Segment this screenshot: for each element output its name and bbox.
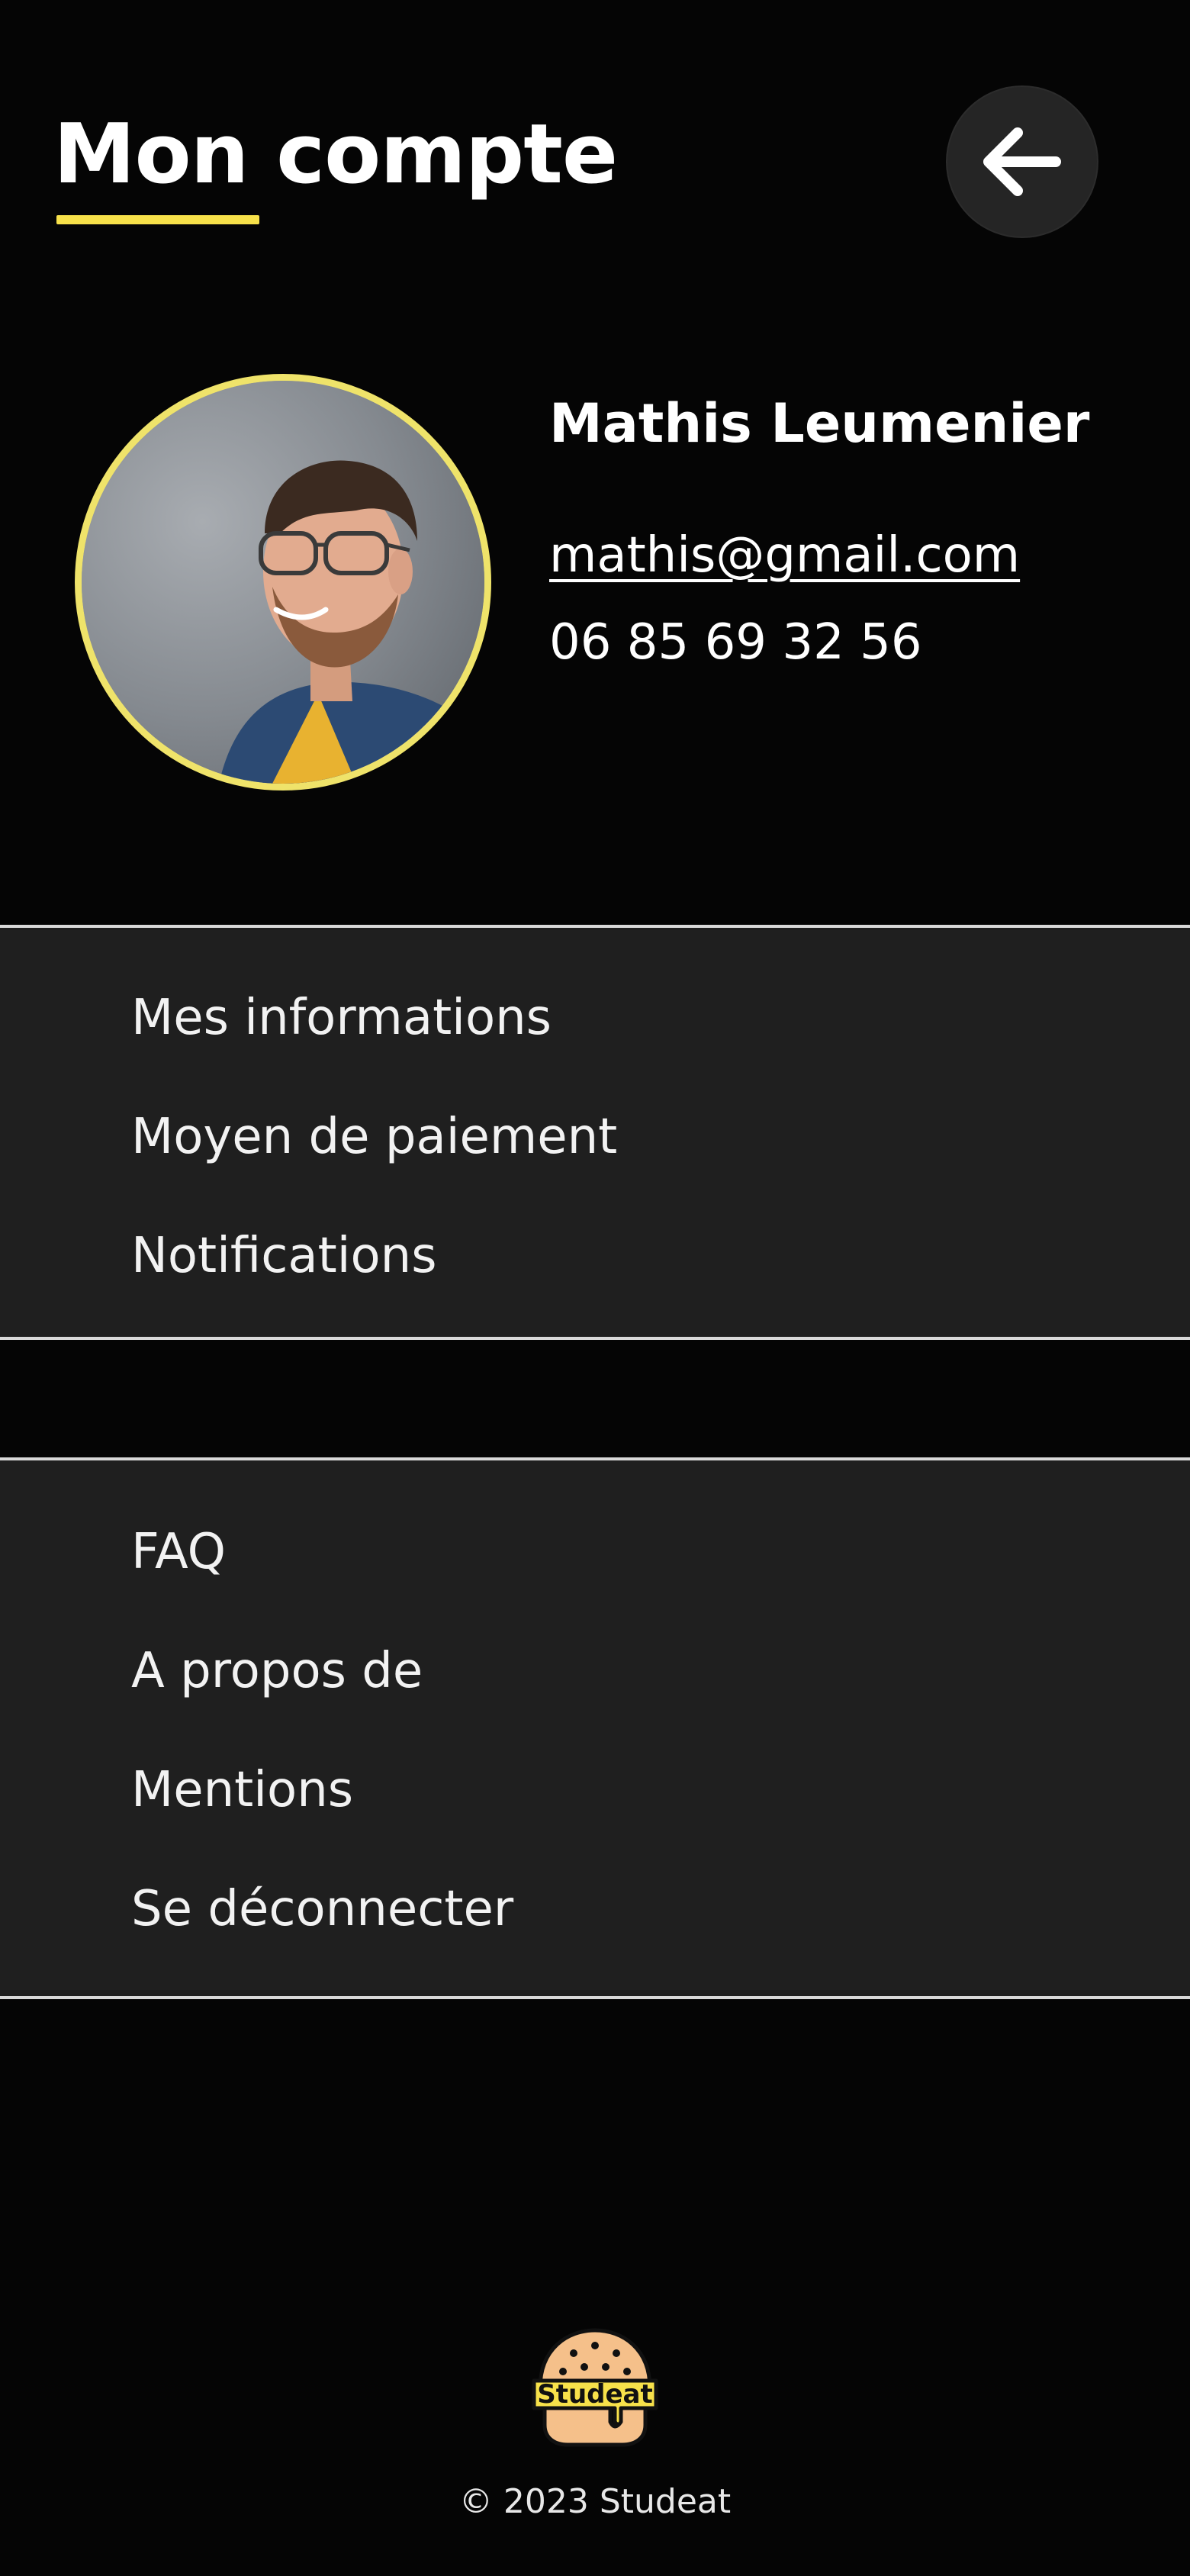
account-menu-section: Mes informations Moyen de paiement Notif… [0, 925, 1190, 1340]
title-underline [56, 215, 259, 224]
copyright-text: © 2023 Studeat [458, 2482, 732, 2521]
avatar [75, 374, 491, 791]
menu-item-mentions[interactable]: Mentions [131, 1752, 353, 1828]
back-button[interactable] [946, 85, 1098, 238]
menu-item-notifications[interactable]: Notifications [131, 1218, 437, 1294]
profile-email-link[interactable]: mathis@gmail.com [549, 517, 1020, 594]
logo-text: Studeat [537, 2379, 653, 2410]
info-menu-section: FAQ A propos de Mentions Se déconnecter [0, 1457, 1190, 1999]
menu-item-mes-informations[interactable]: Mes informations [131, 980, 552, 1056]
menu-item-a-propos[interactable]: A propos de [131, 1633, 423, 1709]
studeat-logo: Studeat [528, 2326, 662, 2448]
menu-item-moyen-de-paiement[interactable]: Moyen de paiement [131, 1099, 617, 1175]
menu-item-se-deconnecter[interactable]: Se déconnecter [131, 1871, 513, 1947]
arrow-left-icon [979, 125, 1065, 198]
menu-item-faq[interactable]: FAQ [131, 1514, 226, 1590]
page-title: Mon compte [53, 107, 618, 202]
profile-name: Mathis Leumenier [549, 392, 1090, 455]
profile-phone: 06 85 69 32 56 [549, 614, 922, 671]
